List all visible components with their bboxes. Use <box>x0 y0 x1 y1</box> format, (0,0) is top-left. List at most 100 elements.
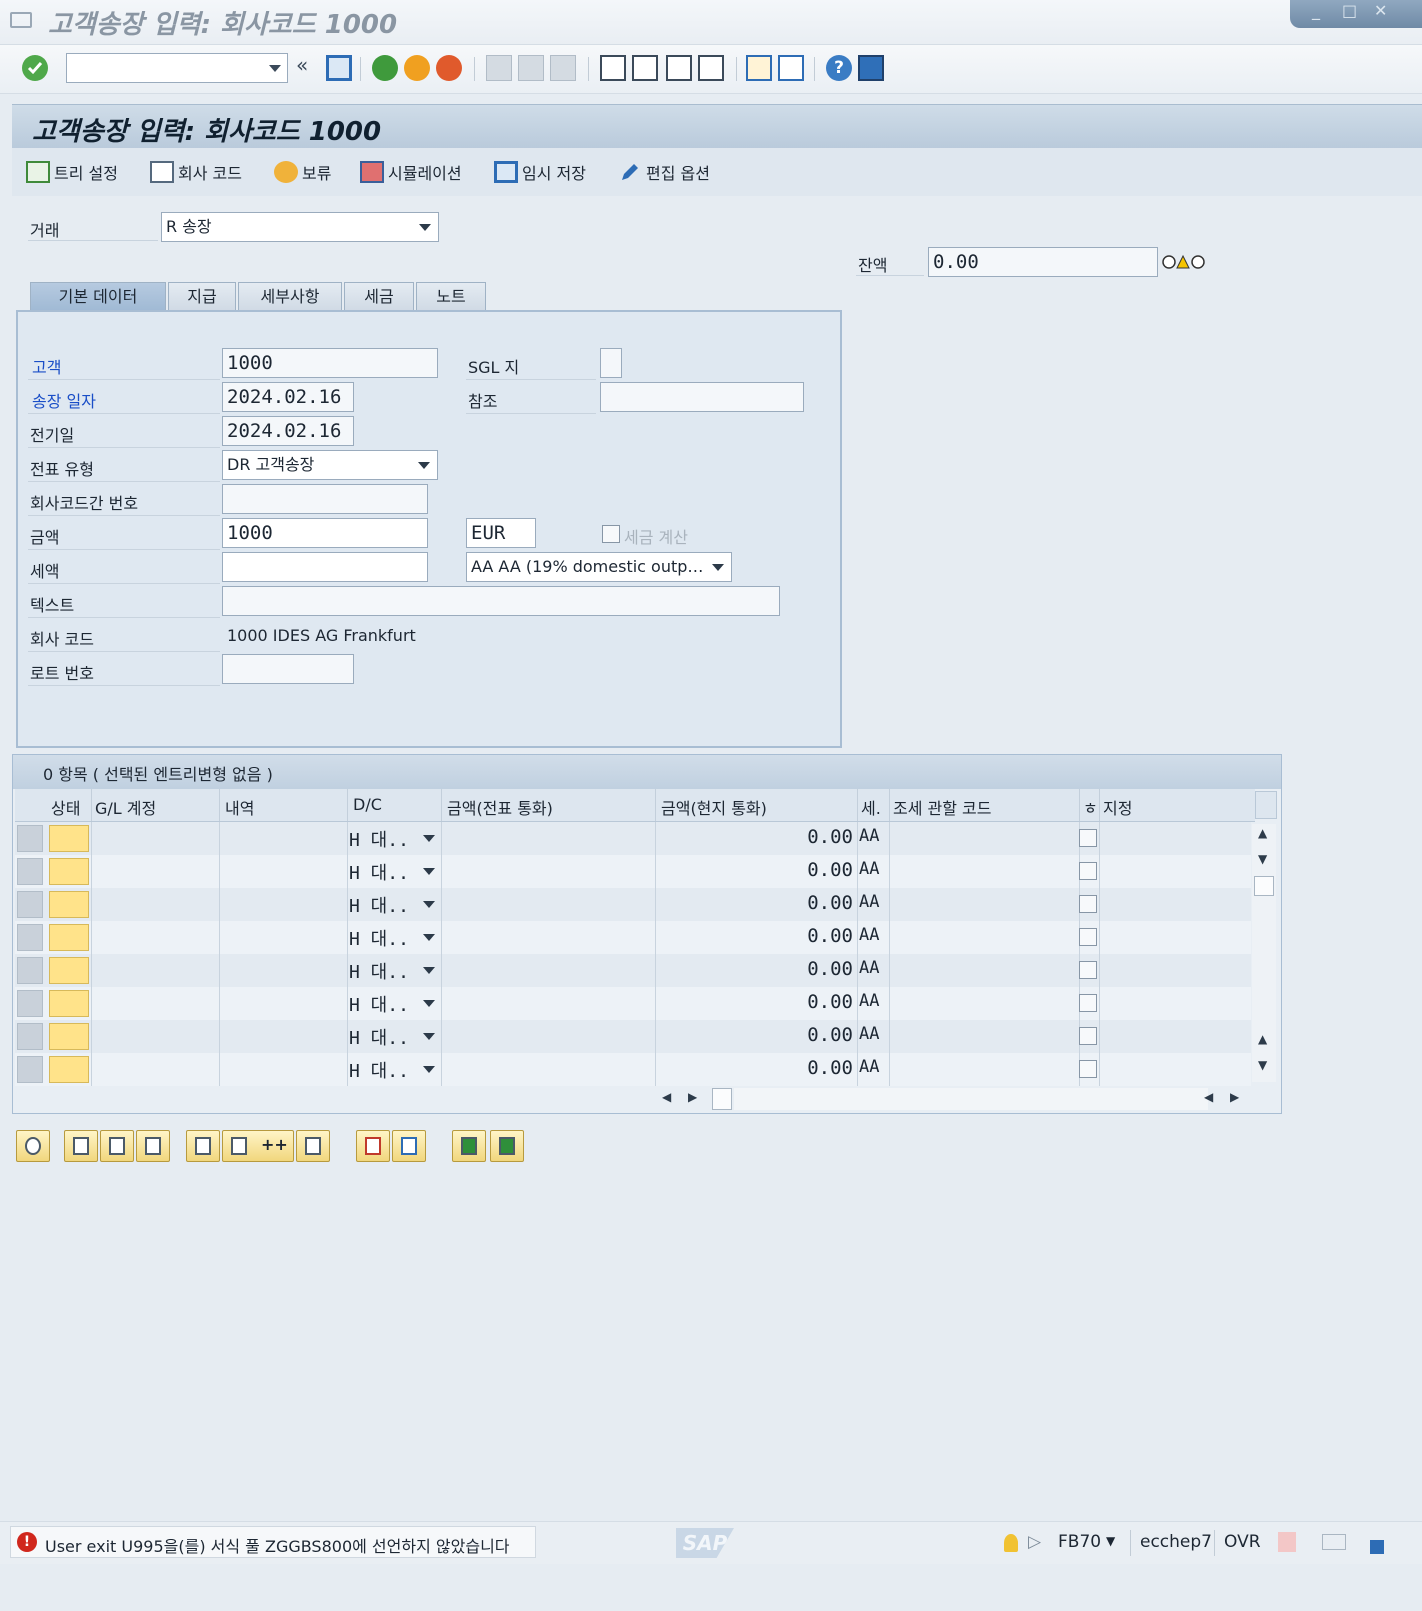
row-flag-checkbox[interactable] <box>1079 895 1097 913</box>
row-selector[interactable] <box>17 1056 43 1083</box>
find-icon[interactable] <box>518 55 544 81</box>
find-next-icon[interactable] <box>550 55 576 81</box>
tab-basic-data[interactable]: 기본 데이터 <box>30 282 166 312</box>
delete-row-button[interactable] <box>296 1130 330 1162</box>
cell-debit-credit[interactable]: H 대.. <box>349 925 409 951</box>
sgl-field[interactable] <box>600 348 622 378</box>
shortcut-icon[interactable] <box>778 55 804 81</box>
chevron-down-icon[interactable] <box>712 564 724 571</box>
cell-debit-credit[interactable]: H 대.. <box>349 1057 409 1083</box>
cell-tax-code[interactable]: AA <box>859 991 879 1011</box>
row-flag-checkbox[interactable] <box>1079 994 1097 1012</box>
customer-field[interactable]: 1000 <box>222 348 438 378</box>
sort-button[interactable] <box>452 1130 486 1162</box>
exit-icon[interactable] <box>404 55 430 81</box>
cell-debit-credit[interactable]: H 대.. <box>349 892 409 918</box>
currency-field[interactable]: EUR <box>466 518 536 548</box>
command-field[interactable] <box>66 53 288 83</box>
row-selector[interactable] <box>17 957 43 984</box>
scroll-left-icon[interactable]: ◀ <box>662 1090 671 1104</box>
customize-layout-icon[interactable] <box>858 55 884 81</box>
tab-tax[interactable]: 세금 <box>344 282 414 312</box>
tab-notes[interactable]: 노트 <box>416 282 486 312</box>
col-jurisdiction[interactable]: 조세 관할 코드 <box>893 795 992 819</box>
table-row[interactable]: H 대.. 0.00 AA <box>15 1020 1251 1054</box>
select-all-button[interactable] <box>64 1130 98 1162</box>
table-row[interactable]: H 대.. 0.00 AA <box>15 888 1251 922</box>
row-selector[interactable] <box>17 891 43 918</box>
row-flag-checkbox[interactable] <box>1079 1060 1097 1078</box>
scroll-left-icon[interactable]: ◀ <box>1204 1090 1213 1104</box>
first-page-icon[interactable] <box>600 55 626 81</box>
posting-date-field[interactable]: 2024.02.16 <box>222 416 354 446</box>
tax-amount-field[interactable] <box>222 552 428 582</box>
cell-debit-credit[interactable]: H 대.. <box>349 1024 409 1050</box>
row-flag-checkbox[interactable] <box>1079 961 1097 979</box>
col-debit-credit[interactable]: D/C <box>353 795 382 814</box>
column-settings-icon[interactable] <box>1255 791 1277 819</box>
new-session-icon[interactable] <box>746 55 772 81</box>
lot-number-field[interactable] <box>222 654 354 684</box>
transaction-select[interactable]: R 송장 <box>161 212 439 242</box>
cell-tax-code[interactable]: AA <box>859 859 879 879</box>
doc-type-select[interactable]: DR 고객송장 <box>222 450 438 480</box>
table-row[interactable]: H 대.. 0.00 AA <box>15 822 1251 856</box>
cell-debit-credit[interactable]: H 대.. <box>349 826 409 852</box>
table-row[interactable]: H 대.. 0.00 AA <box>15 855 1251 889</box>
chevron-down-icon[interactable] <box>423 1033 435 1040</box>
chevron-down-icon[interactable] <box>423 901 435 908</box>
text-field[interactable] <box>222 586 780 616</box>
tax-code-select[interactable]: AA AA (19% domestic outp… <box>466 552 732 582</box>
transfer-icon[interactable] <box>1322 1534 1346 1550</box>
next-page-icon[interactable] <box>666 55 692 81</box>
row-flag-checkbox[interactable] <box>1079 928 1097 946</box>
col-assignment[interactable]: 지정 <box>1103 795 1132 819</box>
row-selector[interactable] <box>17 858 43 885</box>
status-message[interactable]: ! User exit U995을(를) 서식 풀 ZGGBS800에 선언하지… <box>10 1526 536 1558</box>
park-button[interactable]: 임시 저장 <box>494 160 586 184</box>
row-selector[interactable] <box>17 924 43 951</box>
save-icon[interactable] <box>326 55 352 81</box>
horizontal-scrollbar[interactable]: ◀ ▶ ◀ ▶ <box>14 1086 1280 1112</box>
chevron-down-icon[interactable] <box>423 1000 435 1007</box>
filter-button[interactable] <box>490 1130 524 1162</box>
row-selector[interactable] <box>17 825 43 852</box>
cell-tax-code[interactable]: AA <box>859 826 879 846</box>
append-rows-button[interactable]: ++ <box>222 1130 294 1162</box>
resize-icon[interactable] <box>1370 1540 1384 1554</box>
cross-cc-field[interactable] <box>222 484 428 514</box>
select-block-button[interactable] <box>100 1130 134 1162</box>
chevron-down-icon[interactable] <box>423 967 435 974</box>
calc-tax-checkbox[interactable] <box>602 525 620 543</box>
reference-field[interactable] <box>600 382 804 412</box>
col-status[interactable]: 상태 <box>51 795 80 819</box>
close-icon[interactable]: ✕ <box>1374 1 1387 20</box>
bulb-icon[interactable] <box>1004 1534 1018 1552</box>
cell-tax-code[interactable]: AA <box>859 892 879 912</box>
row-flag-checkbox[interactable] <box>1079 1027 1097 1045</box>
scroll-track[interactable] <box>734 1088 1208 1110</box>
row-selector[interactable] <box>17 1023 43 1050</box>
vertical-scrollbar[interactable]: ▲ ▼ ▲ ▼ <box>1252 824 1276 1082</box>
chevron-down-icon[interactable] <box>423 934 435 941</box>
chevron-down-icon[interactable] <box>423 835 435 842</box>
cell-tax-code[interactable]: AA <box>859 1024 879 1044</box>
help-icon[interactable]: ? <box>826 55 852 81</box>
page-down-icon[interactable]: ▼ <box>1258 852 1267 866</box>
chevron-down-icon[interactable] <box>418 462 430 469</box>
table-row[interactable]: H 대.. 0.00 AA <box>15 987 1251 1021</box>
scroll-up-icon[interactable]: ▲ <box>1258 826 1267 840</box>
cell-tax-code[interactable]: AA <box>859 925 879 945</box>
row-flag-checkbox[interactable] <box>1079 829 1097 847</box>
col-gl-account[interactable]: G/L 계정 <box>95 795 156 819</box>
table-row[interactable]: H 대.. 0.00 AA <box>15 1053 1251 1087</box>
double-chevron-left-icon[interactable]: « <box>296 53 308 77</box>
company-code-button[interactable]: 회사 코드 <box>150 160 242 184</box>
print-icon[interactable] <box>486 55 512 81</box>
cell-debit-credit[interactable]: H 대.. <box>349 859 409 885</box>
chevron-down-icon[interactable] <box>269 65 281 72</box>
maximize-icon[interactable]: □ <box>1342 1 1357 20</box>
invoice-date-field[interactable]: 2024.02.16 <box>222 382 354 412</box>
tab-details[interactable]: 세부사항 <box>238 282 342 312</box>
cell-tax-code[interactable]: AA <box>859 958 879 978</box>
